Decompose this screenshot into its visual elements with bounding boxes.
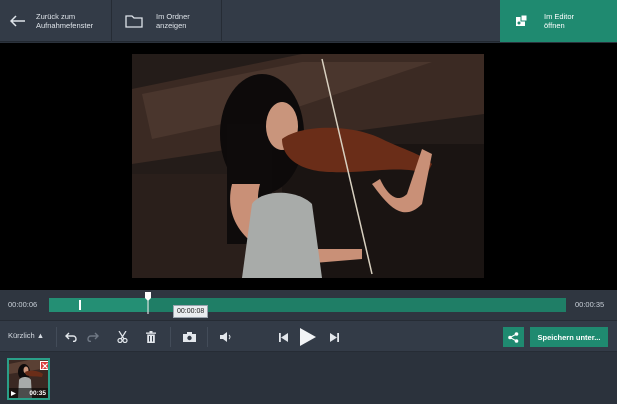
timeline: 00:00:06 00:00:35 [0,290,617,320]
open-in-editor-button[interactable]: Im Editor öffnen [500,0,617,42]
clip-duration: 00:35 [29,389,46,397]
recent-dropdown[interactable]: Kürzlich ▲ [8,331,44,340]
editor-icon [500,14,544,28]
video-frame-image [132,54,484,278]
back-button-label: Zurück zum Aufnahmefenster [36,12,94,30]
arrow-left-icon [0,15,36,27]
clip-strip: 00:35 [0,353,617,404]
folder-icon [112,14,156,28]
video-preview[interactable] [132,54,484,278]
top-toolbar: Zurück zum Aufnahmefenster Im Ordner anz… [0,0,617,42]
undo-icon[interactable] [64,330,78,344]
close-icon [41,362,48,369]
playhead-handle[interactable] [145,292,151,314]
clip-info-bar: 00:35 [9,388,48,398]
next-frame-icon[interactable] [327,330,341,344]
divider [170,327,171,347]
total-duration: 00:00:35 [575,300,605,309]
divider [56,327,57,347]
share-icon [508,331,519,343]
back-to-recording-button[interactable]: Zurück zum Aufnahmefenster [0,0,112,42]
timeline-track[interactable] [49,298,566,312]
remove-clip-button[interactable] [40,361,48,370]
played-region [49,298,148,312]
folder-button-label: Im Ordner anzeigen [156,12,190,30]
playback-controls: Kürzlich ▲ Speichern unter... [0,320,617,352]
trim-marker[interactable] [79,300,81,310]
clip-thumbnail[interactable]: 00:35 [7,358,50,400]
camera-icon[interactable] [181,330,197,344]
current-time: 00:00:06 [8,300,38,309]
play-small-icon [11,390,16,396]
show-in-folder-button[interactable]: Im Ordner anzeigen [112,0,222,42]
divider [207,327,208,347]
redo-icon[interactable] [86,330,100,344]
trash-icon[interactable] [144,330,158,344]
editor-button-label: Im Editor öffnen [544,12,575,30]
share-button[interactable] [503,327,524,347]
play-icon[interactable] [298,327,318,347]
save-as-button[interactable]: Speichern unter... [530,327,608,347]
volume-icon[interactable] [218,330,234,344]
video-area [0,43,617,290]
time-tooltip: 00:00:08 [173,305,209,318]
previous-frame-icon[interactable] [276,330,290,344]
scissors-icon[interactable] [115,330,129,344]
